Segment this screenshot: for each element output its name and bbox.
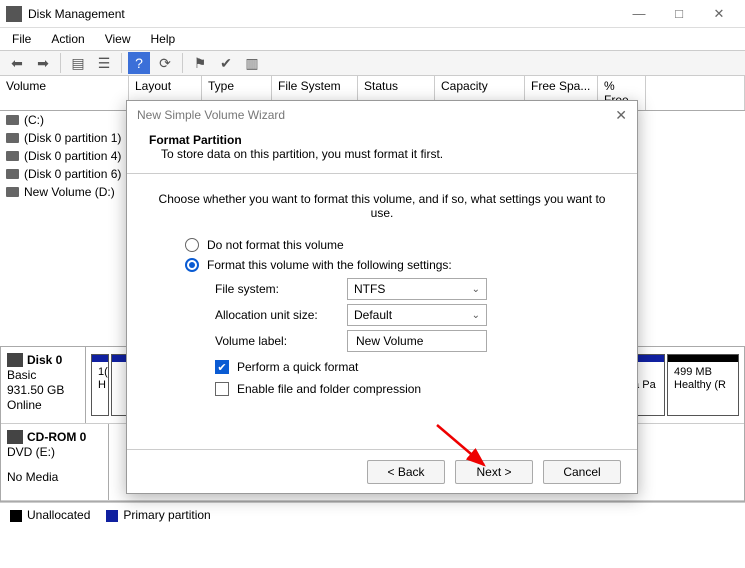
volume-label-field[interactable] (354, 333, 480, 349)
volume-name: New Volume (D:) (24, 185, 131, 199)
partition-block[interactable]: 1(H (91, 354, 109, 416)
title-bar: Disk Management — □ ✕ (0, 0, 745, 28)
cd-icon (7, 430, 23, 444)
radio-label: Format this volume with the following se… (207, 258, 452, 272)
checkbox-label: Enable file and folder compression (237, 382, 421, 396)
filesystem-select[interactable]: NTFS ⌄ (347, 278, 487, 300)
tool-flag-icon[interactable]: ⚑ (189, 52, 211, 74)
properties-button[interactable]: ▤ (67, 52, 89, 74)
radio-icon (185, 238, 199, 252)
partition-block[interactable]: 499 MBHealthy (R (667, 354, 739, 416)
disk-name: Disk 0 (27, 353, 62, 367)
menu-help[interactable]: Help (149, 30, 178, 48)
checkbox-quick-format[interactable]: ✔ Perform a quick format (215, 360, 609, 374)
allocation-select[interactable]: Default ⌄ (347, 304, 487, 326)
dialog-titlebar: New Simple Volume Wizard ✕ (127, 101, 637, 129)
legend-swatch (10, 510, 22, 522)
checkbox-icon (215, 382, 229, 396)
legend-swatch (106, 510, 118, 522)
legend: Unallocated Primary partition (0, 502, 745, 527)
close-button[interactable]: ✕ (699, 1, 739, 27)
window-title: Disk Management (28, 7, 125, 21)
back-button[interactable]: < Back (367, 460, 445, 484)
separator (182, 53, 183, 73)
radio-format-with-settings[interactable]: Format this volume with the following se… (185, 258, 609, 272)
drive-icon (6, 169, 19, 179)
volume-name: (Disk 0 partition 1) (24, 131, 131, 145)
help-button[interactable]: ? (128, 52, 150, 74)
menu-file[interactable]: File (10, 30, 33, 48)
toolbar: ⬅ ➡ ▤ ☰ ? ⟳ ⚑ ✔ ▥ (0, 50, 745, 76)
column-header[interactable]: Volume (0, 76, 129, 110)
menu-action[interactable]: Action (49, 30, 86, 48)
menu-view[interactable]: View (103, 30, 133, 48)
allocation-label: Allocation unit size: (215, 308, 335, 322)
separator (60, 53, 61, 73)
dialog-subheading: To store data on this partition, you mus… (149, 147, 615, 161)
maximize-button[interactable]: □ (659, 1, 699, 27)
filesystem-label: File system: (215, 282, 335, 296)
dialog-buttons: < Back Next > Cancel (127, 449, 637, 493)
refresh-button[interactable]: ⟳ (154, 52, 176, 74)
radio-do-not-format[interactable]: Do not format this volume (185, 238, 609, 252)
volume-label-input[interactable] (347, 330, 487, 352)
minimize-button[interactable]: — (619, 1, 659, 27)
legend-item: Unallocated (10, 508, 90, 522)
next-button[interactable]: Next > (455, 460, 533, 484)
chevron-down-icon: ⌄ (472, 310, 480, 321)
drive-icon (6, 187, 19, 197)
select-value: NTFS (354, 282, 385, 296)
tool-check-icon[interactable]: ✔ (215, 52, 237, 74)
drive-icon (6, 133, 19, 143)
disk-header[interactable]: CD-ROM 0DVD (E:) No Media (1, 424, 109, 500)
volume-label-label: Volume label: (215, 334, 335, 348)
nav-back-button[interactable]: ⬅ (6, 52, 28, 74)
radio-icon (185, 258, 199, 272)
dialog-title: New Simple Volume Wizard (137, 108, 285, 122)
window-controls: — □ ✕ (619, 1, 739, 27)
separator (121, 53, 122, 73)
volume-name: (C:) (24, 113, 131, 127)
drive-icon (6, 151, 19, 161)
volume-name: (Disk 0 partition 6) (24, 167, 131, 181)
disk-name: CD-ROM 0 (27, 430, 86, 444)
checkbox-label: Perform a quick format (237, 360, 358, 374)
chevron-down-icon: ⌄ (472, 284, 480, 295)
volume-name: (Disk 0 partition 4) (24, 149, 131, 163)
legend-item: Primary partition (106, 508, 210, 522)
dialog-heading: Format Partition (149, 133, 615, 147)
tool-list-icon[interactable]: ▥ (241, 52, 263, 74)
view-button[interactable]: ☰ (93, 52, 115, 74)
disk-icon (7, 353, 23, 367)
nav-forward-button[interactable]: ➡ (32, 52, 54, 74)
dialog-close-icon[interactable]: ✕ (615, 107, 627, 124)
disk-type: Basic (7, 368, 79, 382)
app-icon (6, 6, 22, 22)
disk-size: 931.50 GB (7, 383, 79, 397)
checkbox-icon: ✔ (215, 360, 229, 374)
cancel-button[interactable]: Cancel (543, 460, 621, 484)
checkbox-compression[interactable]: Enable file and folder compression (215, 382, 609, 396)
radio-label: Do not format this volume (207, 238, 344, 252)
menu-bar: File Action View Help (0, 28, 745, 50)
dialog-instruction: Choose whether you want to format this v… (155, 192, 609, 220)
disk-status: No Media (7, 470, 102, 484)
disk-type: DVD (E:) (7, 445, 102, 459)
column-header (646, 76, 745, 110)
select-value: Default (354, 308, 392, 322)
drive-icon (6, 115, 19, 125)
wizard-dialog: New Simple Volume Wizard ✕ Format Partit… (126, 100, 638, 494)
disk-header[interactable]: Disk 0Basic931.50 GBOnline (1, 347, 86, 423)
disk-status: Online (7, 398, 79, 412)
